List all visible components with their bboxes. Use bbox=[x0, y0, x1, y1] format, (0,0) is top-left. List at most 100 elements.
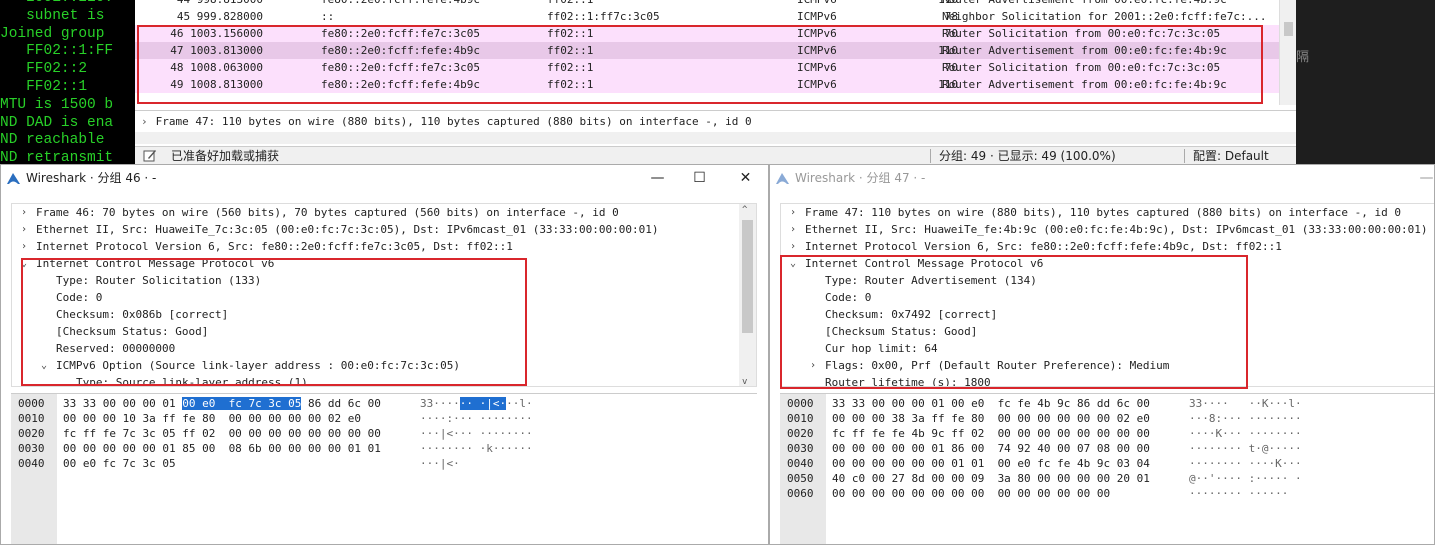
terminal-line: FF02::2 bbox=[0, 61, 88, 78]
packet-protocol: ICMPv6 bbox=[797, 44, 837, 57]
tree-row-label: Checksum: 0x7492 [correct] bbox=[825, 308, 998, 321]
tree-row-label: Ethernet II, Src: HuaweiTe_fe:4b:9c (00:… bbox=[805, 223, 1428, 236]
expand-icon[interactable]: › bbox=[18, 238, 30, 255]
hex-bytes: 33 33 00 00 00 01 00 e0 fc 7c 3c 05 86 d… bbox=[63, 396, 381, 411]
minimize-button[interactable]: — bbox=[635, 165, 680, 191]
packet-info: Router Advertisement from 00:e0:fc:fe:4b… bbox=[942, 44, 1227, 57]
wireshark-icon bbox=[776, 173, 789, 184]
hex-offset: 0020 bbox=[787, 427, 814, 440]
tree-row-label: Reserved: 00000000 bbox=[56, 342, 176, 355]
horizontal-scrollbar[interactable] bbox=[135, 132, 1296, 144]
expand-icon[interactable]: ⌄ bbox=[787, 255, 799, 272]
maximize-button[interactable]: ☐ bbox=[677, 165, 722, 191]
packet-source: fe80::2e0:fcff:fefe:4b9c bbox=[321, 78, 480, 91]
hex-ascii: 33···· ··K···l· bbox=[1189, 397, 1302, 410]
hex-ascii: ····:··· ········ bbox=[420, 411, 533, 426]
hex-ascii: ········ ······ bbox=[1189, 487, 1289, 500]
hex-dump[interactable]: 0000 33 33 00 00 00 01 00 e0 fc fe 4b 9c … bbox=[780, 393, 1434, 544]
edit-icon[interactable] bbox=[143, 149, 157, 162]
background-glyph: 隔 bbox=[1296, 50, 1310, 65]
tree-row-label: Router lifetime (s): 1800 bbox=[825, 376, 991, 387]
hex-ascii: 33······ ·|<···l· bbox=[420, 396, 533, 411]
packet-number-time: 46 1003.156000 bbox=[170, 27, 263, 40]
title-bar[interactable]: Wireshark · 分组 47 · - — bbox=[770, 165, 1434, 191]
hex-ascii-text: ····:··· ········ bbox=[420, 412, 533, 425]
expand-icon[interactable]: › bbox=[787, 204, 799, 221]
hex-bytes: 00 00 00 00 00 01 86 00 74 92 40 00 07 0… bbox=[832, 442, 1150, 455]
packet-info: Router Advertisement from 00:e0:fc:fe:4b… bbox=[942, 78, 1227, 91]
expand-icon[interactable]: › bbox=[18, 204, 30, 221]
packet-protocol: ICMPv6 bbox=[797, 0, 837, 8]
packet-list-scrollbar[interactable] bbox=[1279, 0, 1296, 105]
hex-offset: 0030 bbox=[18, 442, 45, 455]
hex-bytes-text: 00 00 00 00 00 01 85 00 08 6b 00 00 00 0… bbox=[63, 442, 381, 455]
title-bar[interactable]: Wireshark · 分组 46 · - — ☐ ✕ bbox=[1, 165, 768, 191]
hex-bytes-text: 00 00 00 10 3a ff fe 80 00 00 00 00 00 0… bbox=[63, 412, 362, 425]
packet-row[interactable]: 49 1008.813000 fe80::2e0:fcff:fefe:4b9c ff… bbox=[135, 76, 1279, 93]
tree-row-label: Ethernet II, Src: HuaweiTe_7c:3c:05 (00:… bbox=[36, 223, 659, 236]
hex-ascii-selected: ·· ·|<· bbox=[459, 397, 507, 410]
packet-row[interactable]: 45 999.828000:: ff02::1:ff7c:3c05 ICMPv6 78… bbox=[135, 8, 1279, 25]
expand-icon[interactable]: › bbox=[141, 115, 148, 128]
packet-info: Router Advertisement from 00:e0:fc:fe:4b… bbox=[942, 0, 1227, 8]
tree-row-label: Code: 0 bbox=[56, 291, 103, 304]
packet-destination: ff02::1 bbox=[547, 78, 594, 91]
minimize-button[interactable]: — bbox=[1404, 165, 1434, 191]
close-button[interactable]: ✕ bbox=[723, 165, 768, 191]
tree-scrollbar[interactable]: ^ v bbox=[739, 204, 756, 386]
expand-icon[interactable]: › bbox=[787, 238, 799, 255]
packet-destination: ff02::1 bbox=[547, 44, 594, 57]
packet-protocol: ICMPv6 bbox=[797, 78, 837, 91]
packet-protocol: ICMPv6 bbox=[797, 27, 837, 40]
hex-bytes-selected: 00 e0 fc 7c 3c 05 bbox=[182, 397, 302, 410]
packet-protocol: ICMPv6 bbox=[797, 10, 837, 23]
tree-row-label: Frame 47: 110 bytes on wire (880 bits), … bbox=[805, 206, 1402, 219]
packet-source: fe80::2e0:fcff:fe7c:3c05 bbox=[321, 61, 480, 74]
packet-detail-tree[interactable]: › Frame 47: 110 bytes on wire (880 bits),… bbox=[780, 203, 1434, 387]
expand-icon[interactable]: › bbox=[18, 221, 30, 238]
tree-row-label: ICMPv6 Option (Source link-layer address… bbox=[56, 359, 460, 372]
hex-offset: 0000 bbox=[18, 397, 45, 410]
packet-row[interactable]: 47 1003.813000 fe80::2e0:fcff:fefe:4b9c ff… bbox=[135, 42, 1279, 59]
packet-number-time: 48 1008.063000 bbox=[170, 61, 263, 74]
expand-icon[interactable]: › bbox=[807, 357, 819, 374]
expand-icon[interactable]: ⌄ bbox=[38, 357, 50, 374]
tree-row-label: Internet Control Message Protocol v6 bbox=[805, 257, 1044, 270]
hex-ascii: ········ t·@····· bbox=[1189, 442, 1302, 455]
hex-offset: 0040 bbox=[787, 457, 814, 470]
expand-icon[interactable]: ⌄ bbox=[18, 255, 30, 272]
packet-list[interactable]: 44 998.813000fe80::2e0:fcff:fefe:4b9cff0… bbox=[135, 0, 1279, 105]
packet-detail-row[interactable]: › Frame 47: 110 bytes on wire (880 bits),… bbox=[135, 110, 1296, 132]
terminal-line: ND retransmit bbox=[0, 150, 114, 164]
packet-row[interactable]: 48 1008.063000 fe80::2e0:fcff:fe7c:3c05 ff… bbox=[135, 59, 1279, 76]
status-message: 已准备好加载或捕获 bbox=[171, 149, 280, 163]
packet-source: fe80::2e0:fcff:fe7c:3c05 bbox=[321, 27, 480, 40]
hex-bytes: 00 00 00 38 3a ff fe 80 00 00 00 00 00 0… bbox=[832, 412, 1150, 425]
hex-ascii-text: ···|<· bbox=[420, 457, 460, 470]
hex-bytes: 00 00 00 10 3a ff fe 80 00 00 00 00 00 0… bbox=[63, 411, 361, 426]
hex-ascii: ····K··· ········ bbox=[1189, 427, 1302, 440]
tree-row-label: Internet Protocol Version 6, Src: fe80::… bbox=[36, 240, 513, 253]
terminal-line: FF02::1 bbox=[0, 78, 88, 95]
hex-ascii-text: ··l· bbox=[506, 397, 533, 410]
tree-row-label: Code: 0 bbox=[825, 291, 872, 304]
tree-row-label: Cur hop limit: 64 bbox=[825, 342, 938, 355]
packet-detail-tree[interactable]: ^ v › Frame 46: 70 bytes on wire (560 bits… bbox=[11, 203, 757, 387]
terminal-background: 2001::2E0: subnet is Joined group FF02::… bbox=[0, 0, 135, 164]
window-title: Wireshark · 分组 47 · - bbox=[795, 171, 926, 185]
packet-row[interactable]: 46 1003.156000 fe80::2e0:fcff:fe7c:3c05 ff… bbox=[135, 25, 1279, 42]
packet-row[interactable]: 44 998.813000 fe80::2e0:fcff:fefe:4b9c ff0… bbox=[135, 0, 1279, 8]
profile-label[interactable]: 配置: Default bbox=[1193, 147, 1269, 165]
terminal-line: 2001::2E0: bbox=[0, 0, 135, 8]
packet-count: 分组: 49 · 已显示: 49 (100.0%) bbox=[939, 149, 1116, 163]
tree-row-label: [Checksum Status: Good] bbox=[56, 325, 209, 338]
hex-dump[interactable]: 0000 33 33 00 00 00 01 00 e0 fc 7c 3c 05 … bbox=[11, 393, 757, 544]
hex-ascii-text: 33···· bbox=[420, 397, 460, 410]
expand-icon[interactable]: › bbox=[787, 221, 799, 238]
terminal-line: Joined group bbox=[0, 25, 105, 42]
packet-number-time: 45 999.828000 bbox=[176, 10, 263, 23]
hex-ascii: ···8:··· ········ bbox=[1189, 412, 1302, 425]
packet-destination: ff02::1 bbox=[547, 0, 593, 8]
packet-number-time: 49 1008.813000 bbox=[170, 78, 263, 91]
hex-offset: 0010 bbox=[787, 412, 814, 425]
